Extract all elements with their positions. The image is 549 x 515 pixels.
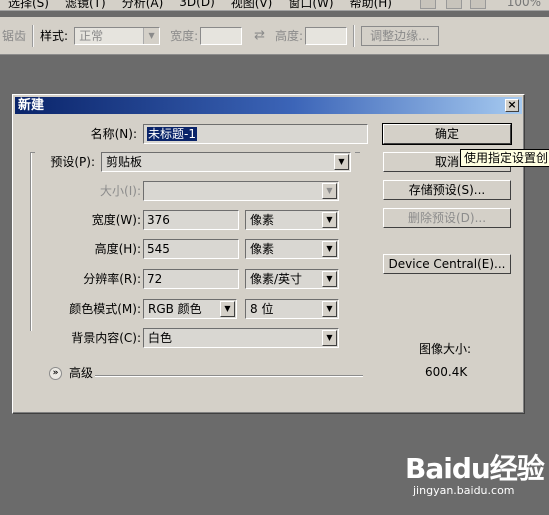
tooltip: 使用指定设置创 (460, 149, 549, 167)
dialog-title: 新建 (18, 98, 45, 113)
resolution-input[interactable]: 72 (143, 269, 239, 289)
menu-help[interactable]: 帮助(H) (342, 0, 400, 11)
width-unit-value: 像素 (250, 213, 275, 227)
app-bar-icon[interactable] (446, 0, 462, 9)
width-label: 宽度: (170, 29, 199, 43)
advanced-label[interactable]: 高级 (69, 365, 93, 381)
anti-alias-label: 锯齿 (2, 29, 27, 43)
baidu-jingyan-watermark: Baidu经验 jingyan.baidu.com (405, 452, 545, 498)
color-mode-label: 颜色模式(M): (69, 302, 141, 316)
chevron-down-icon: ▼ (220, 301, 235, 317)
width-label: 宽度(W): (91, 213, 141, 227)
menu-3d[interactable]: 3D(D) (171, 0, 222, 9)
close-icon[interactable]: × (505, 99, 519, 112)
save-preset-button[interactable]: 存储预设(S)... (383, 180, 511, 200)
size-select[interactable]: ▼ (143, 181, 339, 201)
bit-depth-select[interactable]: 8 位 ▼ (245, 299, 339, 319)
chevron-down-icon: ▼ (322, 271, 337, 287)
style-label: 样式: (40, 29, 69, 43)
image-size-value: 600.4K (425, 365, 468, 379)
app-bar-icon[interactable] (420, 0, 436, 9)
device-central-button[interactable]: Device Central(E)... (383, 254, 511, 274)
background-value: 白色 (148, 331, 173, 345)
height-input[interactable]: 545 (143, 239, 239, 259)
width-input[interactable] (200, 26, 243, 45)
preset-select[interactable]: 剪贴板 ▼ (101, 152, 351, 172)
background-label: 背景内容(C): (71, 331, 141, 345)
resolution-unit-select[interactable]: 像素/英寸 ▼ (245, 269, 339, 289)
height-label: 高度(H): (94, 242, 141, 256)
width-unit-select[interactable]: 像素 ▼ (245, 210, 339, 230)
zoom-level[interactable]: 100% (507, 0, 541, 9)
delete-preset-button[interactable]: 删除预设(D)... (383, 208, 511, 228)
height-unit-value: 像素 (250, 242, 275, 256)
menu-analysis[interactable]: 分析(A) (114, 0, 172, 11)
app-bar-icon[interactable] (470, 0, 486, 9)
height-label: 高度: (275, 29, 304, 43)
resolution-label: 分辨率(R): (83, 272, 141, 286)
menu-select[interactable]: 选择(S) (0, 0, 57, 11)
resolution-unit-value: 像素/英寸 (250, 272, 303, 286)
watermark-logo: Baidu经验 (405, 452, 545, 485)
advanced-divider (95, 375, 363, 377)
divider (32, 24, 35, 47)
chevron-down-icon: ▼ (322, 330, 337, 346)
preset-label: 预设(P): (50, 155, 95, 169)
new-document-dialog: 新建 × 名称(N): 未标题-1 预设(P): 剪贴板 ▼ 大小(I): ▼ … (12, 94, 525, 414)
menu-window[interactable]: 窗口(W) (280, 0, 341, 11)
expand-advanced-icon[interactable]: » (49, 367, 62, 380)
chevron-down-icon: ▼ (143, 27, 160, 44)
color-mode-select[interactable]: RGB 颜色 ▼ (143, 299, 237, 319)
dialog-titlebar[interactable]: 新建 × (15, 97, 522, 114)
preset-value: 剪贴板 (106, 155, 143, 169)
name-label: 名称(N): (90, 127, 137, 141)
name-value: 未标题-1 (147, 127, 197, 141)
height-input[interactable] (305, 26, 348, 45)
style-value: 正常 (79, 28, 104, 43)
refine-edge-button[interactable]: 调整边缘... (361, 25, 439, 46)
ok-button[interactable]: 确定 (382, 123, 512, 145)
chevron-down-icon: ▼ (334, 154, 349, 170)
chevron-down-icon: ▼ (322, 301, 337, 317)
color-mode-value: RGB 颜色 (148, 302, 202, 316)
menu-filter[interactable]: 滤镜(T) (57, 0, 114, 11)
image-size-label: 图像大小: (419, 342, 472, 356)
chevron-down-icon: ▼ (322, 212, 337, 228)
name-input[interactable]: 未标题-1 (143, 124, 368, 144)
options-bar: 锯齿 样式: 正常 ▼ 宽度: ⇄ 高度: 调整边缘... (0, 17, 549, 55)
chevron-down-icon: ▼ (322, 241, 337, 257)
swap-icon[interactable]: ⇄ (254, 28, 265, 43)
size-label: 大小(I): (100, 184, 141, 198)
background-select[interactable]: 白色 ▼ (143, 328, 339, 348)
width-input[interactable]: 376 (143, 210, 239, 230)
height-unit-select[interactable]: 像素 ▼ (245, 239, 339, 259)
divider (353, 24, 356, 47)
chevron-down-icon: ▼ (322, 183, 337, 199)
menu-bar: 选择(S) 滤镜(T) 分析(A) 3D(D) 视图(V) 窗口(W) 帮助(H… (0, 0, 549, 11)
menu-view[interactable]: 视图(V) (223, 0, 281, 11)
watermark-url: jingyan.baidu.com (413, 484, 515, 497)
style-select[interactable]: 正常 ▼ (74, 26, 161, 45)
bit-depth-value: 8 位 (250, 302, 274, 316)
group-border (355, 152, 360, 153)
